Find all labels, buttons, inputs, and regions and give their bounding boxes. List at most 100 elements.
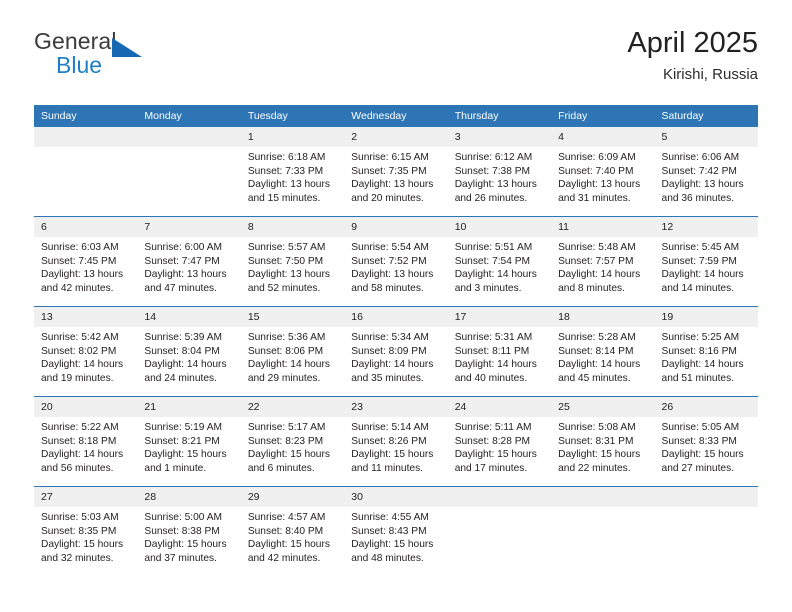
sunrise-text: Sunrise: 6:09 AM (558, 152, 636, 163)
day-number (447, 487, 552, 507)
day-number: 30 (344, 487, 448, 507)
daylight-text-line2: and 22 minutes. (558, 462, 631, 474)
calendar-day-cell[interactable]: 15 Sunrise: 5:36 AM Sunset: 8:06 PM Dayligh… (240, 306, 345, 397)
calendar-day-cell[interactable]: 28 Sunrise: 5:00 AM Sunset: 8:38 PM Dayligh… (137, 486, 241, 576)
sunrise-text: Sunrise: 4:57 AM (247, 512, 326, 523)
daylight-text-line1: Daylight: 14 hours (558, 269, 641, 281)
sunrise-text: Sunrise: 6:00 AM (144, 242, 223, 253)
sunrise-text: Sunrise: 6:15 AM (351, 152, 429, 163)
sunset-text: Sunset: 8:21 PM (144, 435, 220, 447)
calendar-day-cell[interactable]: 20 Sunrise: 5:22 AM Sunset: 8:18 PM Dayligh… (34, 396, 138, 487)
day-number: 8 (240, 217, 345, 237)
general-blue-logo[interactable]: General Blue (34, 28, 164, 84)
sunset-text: Sunset: 7:54 PM (454, 255, 531, 267)
daylight-text-line2: and 35 minutes. (351, 372, 424, 384)
day-cell-inner: 23 Sunrise: 5:14 AM Sunset: 8:26 PM Dayligh… (344, 397, 448, 486)
day-number: 12 (654, 217, 758, 237)
day-number: 25 (551, 397, 655, 417)
calendar-day-cell[interactable]: 27 Sunrise: 5:03 AM Sunset: 8:35 PM Dayligh… (34, 486, 138, 576)
calendar-day-cell[interactable]: 14 Sunrise: 5:39 AM Sunset: 8:04 PM Dayligh… (137, 306, 241, 397)
day-cell-inner: 26 Sunrise: 5:05 AM Sunset: 8:33 PM Dayligh… (654, 397, 758, 486)
sunset-text: Sunset: 7:42 PM (661, 165, 737, 177)
calendar-day-cell[interactable]: 1 Sunrise: 6:18 AM Sunset: 7:33 PM Daylight… (240, 127, 345, 217)
day-number: 20 (34, 397, 138, 417)
sunset-text: Sunset: 8:16 PM (661, 345, 737, 357)
day-details: Sunrise: 5:34 AM Sunset: 8:09 PM Daylight:… (344, 327, 447, 385)
calendar-day-cell[interactable]: 25 Sunrise: 5:08 AM Sunset: 8:31 PM Dayligh… (551, 396, 655, 487)
sunrise-text: Sunrise: 5:42 AM (41, 332, 119, 343)
calendar-day-cell[interactable]: 21 Sunrise: 5:19 AM Sunset: 8:21 PM Dayligh… (137, 396, 241, 487)
day-details: Sunrise: 5:42 AM Sunset: 8:02 PM Daylight:… (34, 327, 137, 385)
day-details: Sunrise: 6:03 AM Sunset: 7:45 PM Daylight:… (34, 237, 137, 295)
page-subtitle-location: Kirishi, Russia (662, 66, 758, 83)
calendar-day-cell[interactable]: 16 Sunrise: 5:34 AM Sunset: 8:09 PM Dayligh… (344, 306, 448, 397)
daylight-text-line1: Daylight: 13 hours (454, 179, 537, 191)
calendar-day-cell[interactable]: 24 Sunrise: 5:11 AM Sunset: 8:28 PM Dayligh… (447, 396, 552, 487)
calendar-week-row: 6 Sunrise: 6:03 AM Sunset: 7:45 PM Daylight… (34, 216, 758, 307)
calendar-day-cell[interactable]: 3 Sunrise: 6:12 AM Sunset: 7:38 PM Daylight… (447, 127, 552, 217)
calendar-day-cell[interactable]: 19 Sunrise: 5:25 AM Sunset: 8:16 PM Dayligh… (654, 306, 758, 397)
sunset-text: Sunset: 7:40 PM (558, 165, 634, 177)
sunset-text: Sunset: 8:33 PM (661, 435, 737, 447)
sunset-text: Sunset: 8:31 PM (558, 435, 634, 447)
day-cell-inner (654, 487, 758, 576)
sunrise-text: Sunrise: 5:39 AM (144, 332, 223, 343)
daylight-text-line1: Daylight: 13 hours (661, 179, 744, 191)
calendar-day-cell[interactable]: 17 Sunrise: 5:31 AM Sunset: 8:11 PM Dayligh… (447, 306, 552, 397)
day-cell-inner: 9 Sunrise: 5:54 AM Sunset: 7:52 PM Daylight… (344, 217, 448, 306)
day-details: Sunrise: 6:15 AM Sunset: 7:35 PM Daylight:… (344, 147, 447, 205)
calendar-day-cell[interactable]: 13 Sunrise: 5:42 AM Sunset: 8:02 PM Dayligh… (34, 306, 138, 397)
day-cell-inner (551, 487, 655, 576)
daylight-text-line2: and 45 minutes. (558, 372, 631, 384)
daylight-text-line2: and 37 minutes. (144, 552, 217, 564)
sunrise-text: Sunrise: 5:11 AM (454, 422, 532, 433)
day-number (551, 487, 655, 507)
sunrise-text: Sunrise: 5:05 AM (661, 422, 740, 433)
sunrise-text: Sunrise: 6:06 AM (661, 152, 740, 163)
day-details: Sunrise: 6:12 AM Sunset: 7:38 PM Daylight:… (448, 147, 551, 205)
day-details: Sunrise: 5:25 AM Sunset: 8:16 PM Daylight:… (655, 327, 758, 385)
sunset-text: Sunset: 8:26 PM (351, 435, 427, 447)
day-details: Sunrise: 5:19 AM Sunset: 8:21 PM Daylight:… (137, 417, 240, 475)
calendar-day-cell[interactable]: 9 Sunrise: 5:54 AM Sunset: 7:52 PM Daylight… (344, 216, 448, 307)
calendar-day-cell[interactable]: 7 Sunrise: 6:00 AM Sunset: 7:47 PM Daylight… (137, 216, 241, 307)
day-cell-inner: 24 Sunrise: 5:11 AM Sunset: 8:28 PM Dayligh… (447, 397, 552, 486)
calendar-day-cell[interactable]: 29 Sunrise: 4:57 AM Sunset: 8:40 PM Dayligh… (240, 486, 345, 576)
calendar-day-cell[interactable]: 26 Sunrise: 5:05 AM Sunset: 8:33 PM Dayligh… (654, 396, 758, 487)
daylight-text-line1: Daylight: 15 hours (144, 449, 227, 461)
day-cell-inner: 19 Sunrise: 5:25 AM Sunset: 8:16 PM Dayligh… (654, 307, 758, 396)
sunrise-text: Sunrise: 5:51 AM (454, 242, 533, 253)
day-cell-inner: 7 Sunrise: 6:00 AM Sunset: 7:47 PM Daylight… (137, 217, 241, 306)
daylight-text-line1: Daylight: 15 hours (351, 539, 434, 551)
calendar-day-cell[interactable]: 22 Sunrise: 5:17 AM Sunset: 8:23 PM Dayligh… (240, 396, 345, 487)
calendar-week-row: 13 Sunrise: 5:42 AM Sunset: 8:02 PM Dayligh… (34, 306, 758, 397)
calendar-day-cell[interactable]: 10 Sunrise: 5:51 AM Sunset: 7:54 PM Dayligh… (447, 216, 552, 307)
calendar-day-cell[interactable]: 6 Sunrise: 6:03 AM Sunset: 7:45 PM Daylight… (34, 216, 138, 307)
calendar-day-cell[interactable]: 2 Sunrise: 6:15 AM Sunset: 7:35 PM Daylight… (344, 127, 448, 217)
calendar-page: General Blue April 2025 Kirishi, Russia … (0, 0, 792, 612)
calendar-day-cell[interactable]: 30 Sunrise: 4:55 AM Sunset: 8:43 PM Dayligh… (344, 486, 448, 576)
daylight-text-line2: and 42 minutes. (41, 282, 114, 294)
day-details: Sunrise: 5:00 AM Sunset: 8:38 PM Daylight:… (137, 507, 240, 565)
calendar-day-cell[interactable]: 4 Sunrise: 6:09 AM Sunset: 7:40 PM Daylight… (551, 127, 655, 217)
daylight-text-line2: and 27 minutes. (661, 462, 735, 474)
day-cell-inner: 25 Sunrise: 5:08 AM Sunset: 8:31 PM Dayligh… (551, 397, 655, 486)
sunrise-text: Sunrise: 5:14 AM (351, 422, 429, 433)
day-cell-inner: 22 Sunrise: 5:17 AM Sunset: 8:23 PM Dayligh… (240, 397, 345, 486)
sunset-text: Sunset: 7:33 PM (247, 165, 324, 177)
calendar-day-cell[interactable]: 5 Sunrise: 6:06 AM Sunset: 7:42 PM Daylight… (654, 127, 758, 217)
day-cell-inner: 29 Sunrise: 4:57 AM Sunset: 8:40 PM Dayligh… (240, 487, 345, 576)
logo-text-blue: Blue (56, 52, 103, 78)
calendar-day-cell[interactable]: 8 Sunrise: 5:57 AM Sunset: 7:50 PM Daylight… (240, 216, 345, 307)
calendar-day-cell[interactable]: 12 Sunrise: 5:45 AM Sunset: 7:59 PM Dayligh… (654, 216, 758, 307)
calendar-day-cell[interactable]: 18 Sunrise: 5:28 AM Sunset: 8:14 PM Dayligh… (551, 306, 655, 397)
daylight-text-line2: and 15 minutes. (247, 192, 321, 204)
sunset-text: Sunset: 8:23 PM (247, 435, 324, 447)
calendar-day-cell[interactable]: 23 Sunrise: 5:14 AM Sunset: 8:26 PM Dayligh… (344, 396, 448, 487)
sunset-text: Sunset: 8:02 PM (41, 345, 117, 357)
calendar-day-cell[interactable]: 11 Sunrise: 5:48 AM Sunset: 7:57 PM Dayligh… (551, 216, 655, 307)
day-details: Sunrise: 5:22 AM Sunset: 8:18 PM Daylight:… (34, 417, 137, 475)
sunset-text: Sunset: 8:14 PM (558, 345, 634, 357)
daylight-text-line1: Daylight: 14 hours (41, 359, 124, 371)
sunset-text: Sunset: 8:43 PM (351, 525, 427, 537)
